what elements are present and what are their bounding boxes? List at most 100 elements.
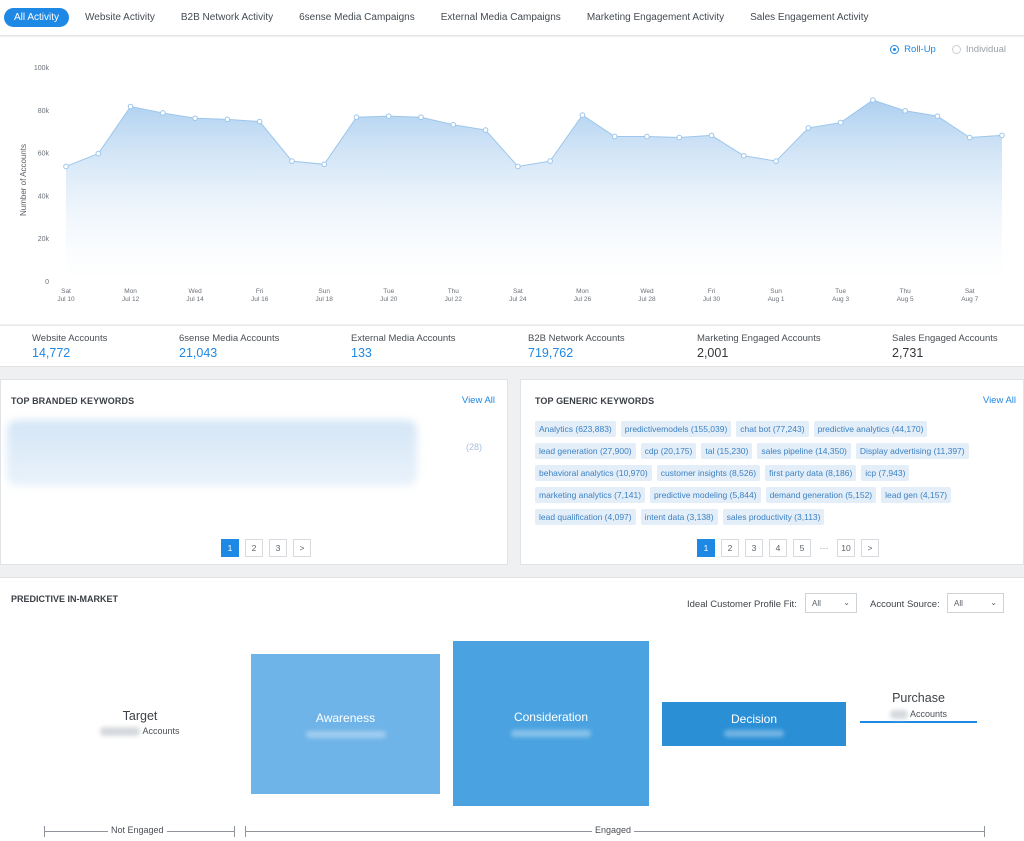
y-tick-label: 60k bbox=[38, 151, 50, 158]
stage-purchase[interactable]: Purchase Accounts bbox=[860, 691, 977, 723]
stage-consideration[interactable]: Consideration bbox=[453, 641, 649, 806]
tab-b2b-network-activity[interactable]: B2B Network Activity bbox=[171, 8, 283, 27]
keyword-chip[interactable]: marketing analytics (7,141) bbox=[535, 487, 646, 503]
account-source-select[interactable]: All ⌄ bbox=[947, 593, 1004, 613]
data-point bbox=[95, 150, 102, 157]
select-value: All bbox=[954, 599, 963, 608]
x-tick-label: Sat bbox=[61, 288, 71, 295]
next-page-button[interactable]: > bbox=[861, 539, 879, 557]
stage-target[interactable]: Target Accounts bbox=[90, 709, 190, 736]
keyword-chip[interactable]: Analytics (623,883) bbox=[535, 421, 616, 437]
rollup-radio[interactable]: Roll-Up bbox=[890, 44, 936, 55]
keyword-chip[interactable]: lead generation (27,900) bbox=[535, 443, 636, 459]
stat-external-media-accounts[interactable]: External Media Accounts 133 bbox=[351, 333, 456, 360]
keyword-chip[interactable]: behavioral analytics (10,970) bbox=[535, 465, 652, 481]
select-value: All bbox=[812, 599, 821, 608]
stat-value: 21,043 bbox=[179, 346, 218, 360]
keyword-chip[interactable]: first party data (8,186) bbox=[765, 465, 857, 481]
stage-accounts: Accounts bbox=[860, 709, 977, 719]
data-point bbox=[289, 158, 295, 164]
stage-sub-label: Accounts bbox=[142, 726, 180, 736]
next-page-button[interactable]: > bbox=[293, 539, 311, 557]
keyword-chip[interactable]: tal (15,230) bbox=[701, 443, 753, 459]
tab-marketing-engagement-activity[interactable]: Marketing Engagement Activity bbox=[577, 8, 734, 27]
stat-b2b-network-accounts[interactable]: B2B Network Accounts 719,762 bbox=[528, 333, 625, 360]
x-tick-label: Aug 3 bbox=[832, 296, 849, 303]
stat-website-accounts[interactable]: Website Accounts 14,772 bbox=[32, 333, 107, 360]
data-point bbox=[127, 103, 134, 110]
x-tick-label: Jul 26 bbox=[574, 296, 592, 303]
engaged-bracket: Engaged bbox=[245, 825, 985, 837]
tab-sales-engagement-activity[interactable]: Sales Engagement Activity bbox=[740, 8, 878, 27]
keyword-chip[interactable]: Display advertising (11,397) bbox=[855, 443, 969, 459]
page-1-button[interactable]: 1 bbox=[221, 539, 239, 557]
bracket-tick bbox=[984, 826, 985, 837]
x-tick-label: Fri bbox=[708, 288, 716, 295]
not-engaged-label: Not Engaged bbox=[108, 825, 167, 835]
icp-fit-select[interactable]: All ⌄ bbox=[805, 593, 857, 613]
data-point bbox=[676, 134, 683, 141]
keyword-chip[interactable]: sales pipeline (14,350) bbox=[757, 443, 851, 459]
data-point bbox=[160, 110, 166, 116]
panel-title: TOP GENERIC KEYWORDS bbox=[535, 396, 655, 406]
keyword-chip[interactable]: icp (7,943) bbox=[861, 465, 910, 481]
y-tick-label: 20k bbox=[38, 236, 50, 243]
page-4-button[interactable]: 4 bbox=[769, 539, 787, 557]
tab-6sense-media-campaigns[interactable]: 6sense Media Campaigns bbox=[289, 8, 425, 27]
x-tick-label: Thu bbox=[448, 288, 460, 295]
data-point bbox=[902, 108, 908, 114]
stat-marketing-engaged-accounts: Marketing Engaged Accounts 2,001 bbox=[697, 333, 821, 360]
page-3-button[interactable]: 3 bbox=[269, 539, 287, 557]
page-2-button[interactable]: 2 bbox=[245, 539, 263, 557]
redacted-count bbox=[305, 730, 386, 738]
keyword-chip[interactable]: intent data (3,138) bbox=[640, 509, 718, 525]
keyword-chip[interactable]: predictivemodels (155,039) bbox=[620, 421, 732, 437]
engaged-label: Engaged bbox=[592, 825, 635, 835]
x-tick-label: Jul 14 bbox=[186, 296, 204, 303]
data-point bbox=[708, 132, 715, 139]
x-tick-label: Sun bbox=[318, 288, 330, 295]
tab-website-activity[interactable]: Website Activity bbox=[75, 8, 165, 27]
rollup-label: Roll-Up bbox=[904, 44, 936, 55]
x-tick-label: Sun bbox=[770, 288, 782, 295]
stage-awareness[interactable]: Awareness bbox=[251, 654, 440, 794]
keyword-chip[interactable]: predictive analytics (44,170) bbox=[813, 421, 928, 437]
tab-external-media-campaigns[interactable]: External Media Campaigns bbox=[431, 8, 571, 27]
keyword-chip[interactable]: chat bot (77,243) bbox=[736, 421, 809, 437]
keyword-chip[interactable]: predictive modeling (5,844) bbox=[650, 487, 761, 503]
page-1-button[interactable]: 1 bbox=[697, 539, 715, 557]
individual-label: Individual bbox=[965, 44, 1006, 55]
pagination: 1 2 3 > bbox=[221, 539, 311, 557]
x-tick-label: Thu bbox=[900, 288, 912, 295]
y-tick-label: 40k bbox=[38, 193, 50, 200]
bracket-tick bbox=[234, 826, 235, 837]
stat-sales-engaged-accounts: Sales Engaged Accounts 2,731 bbox=[892, 333, 998, 360]
view-all-link[interactable]: View All bbox=[462, 395, 495, 406]
data-point bbox=[224, 116, 231, 123]
x-tick-label: Fri bbox=[256, 288, 264, 295]
keyword-chip[interactable]: cdp (20,175) bbox=[640, 443, 697, 459]
page-5-button[interactable]: 5 bbox=[793, 539, 811, 557]
view-all-link[interactable]: View All bbox=[983, 395, 1016, 406]
tab-all-activity[interactable]: All Activity bbox=[4, 8, 70, 27]
page-2-button[interactable]: 2 bbox=[721, 539, 739, 557]
stage-decision[interactable]: Decision bbox=[662, 702, 846, 746]
keyword-chips: Analytics (623,883) predictivemodels (155… bbox=[535, 421, 1021, 525]
stat-label: Marketing Engaged Accounts bbox=[697, 333, 821, 344]
data-point bbox=[773, 158, 779, 164]
stat-6sense-media-accounts[interactable]: 6sense Media Accounts 21,043 bbox=[179, 333, 279, 360]
stat-label: Sales Engaged Accounts bbox=[892, 333, 998, 344]
keyword-chip[interactable]: demand generation (5,152) bbox=[765, 487, 877, 503]
radio-unselected-icon bbox=[951, 45, 961, 54]
keyword-chip[interactable]: lead gen (4,157) bbox=[881, 487, 952, 503]
keyword-chip[interactable]: customer insights (8,526) bbox=[656, 465, 761, 481]
keyword-chip[interactable]: lead qualification (4,097) bbox=[535, 509, 636, 525]
page-3-button[interactable]: 3 bbox=[745, 539, 763, 557]
account-stats-row: Website Accounts 14,772 6sense Media Acc… bbox=[0, 325, 1024, 367]
page-10-button[interactable]: 10 bbox=[837, 539, 855, 557]
individual-radio[interactable]: Individual bbox=[951, 44, 1006, 55]
keyword-chip[interactable]: sales productivity (3,113) bbox=[722, 509, 825, 525]
data-point bbox=[837, 119, 844, 126]
x-tick-label: Wed bbox=[640, 288, 654, 295]
data-point bbox=[999, 132, 1005, 139]
